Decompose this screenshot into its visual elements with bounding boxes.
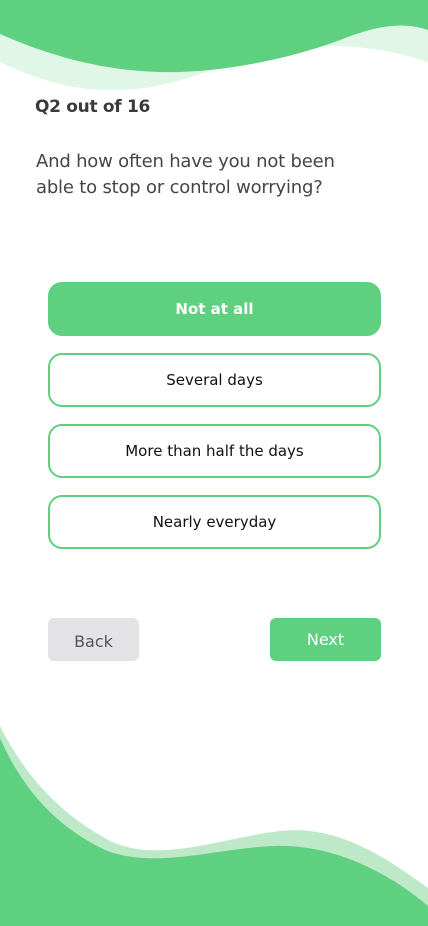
option-nearly-everyday[interactable]: Nearly everyday <box>48 495 381 549</box>
top-wave-decoration <box>0 0 428 91</box>
question-progress-label: Q2 out of 16 <box>35 97 151 117</box>
option-several-days[interactable]: Several days <box>48 353 381 407</box>
next-button[interactable]: Next <box>270 618 381 661</box>
option-label: Not at all <box>175 300 254 318</box>
back-button[interactable]: Back <box>48 618 139 661</box>
question-text: And how often have you not been able to … <box>36 151 335 198</box>
bottom-wave-decoration <box>0 726 428 926</box>
answer-options: Not at all Several days More than half t… <box>48 282 381 566</box>
option-label: More than half the days <box>125 442 304 460</box>
option-more-than-half-the-days[interactable]: More than half the days <box>48 424 381 478</box>
option-label: Nearly everyday <box>152 513 277 531</box>
option-label: Several days <box>166 371 263 389</box>
option-not-at-all[interactable]: Not at all <box>48 282 381 336</box>
